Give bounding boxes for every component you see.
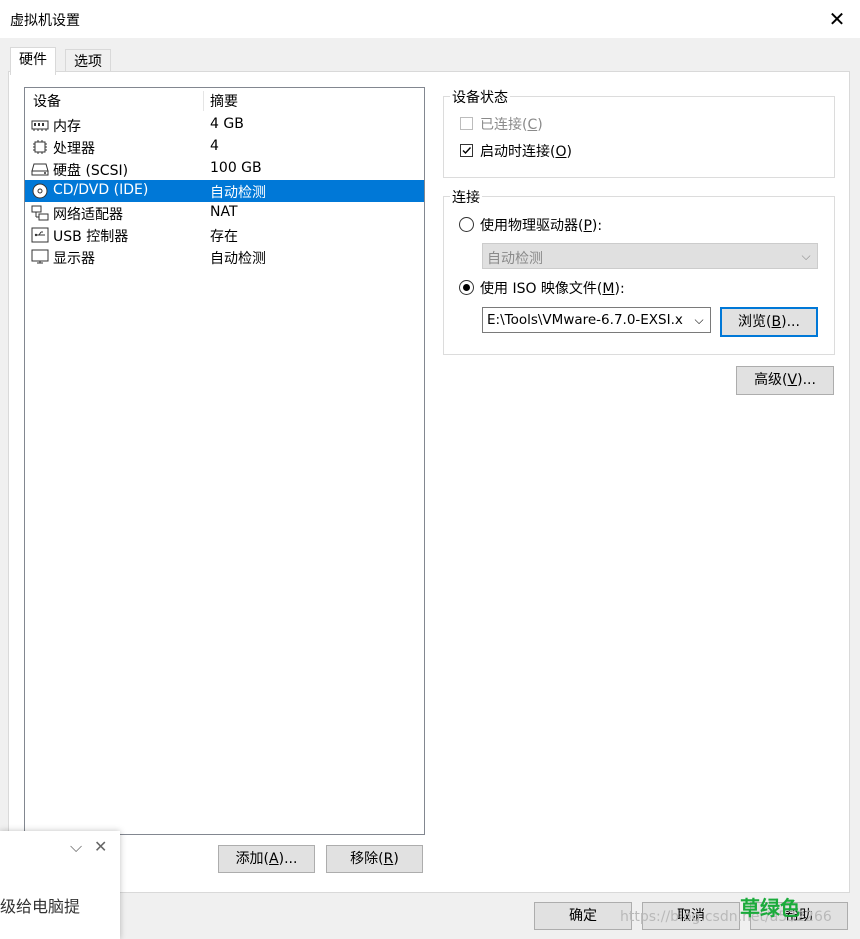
connect-on-start-label: 启动时连接(O) <box>480 144 572 160</box>
watermark-url: https://blog.csdn.net/a532266 <box>620 909 832 925</box>
cpu-icon <box>33 140 47 154</box>
close-icon[interactable]: ✕ <box>94 837 107 856</box>
physical-drive-radio[interactable] <box>459 217 474 232</box>
device-name: 网络适配器 <box>53 207 123 223</box>
connected-checkbox[interactable] <box>460 117 473 130</box>
device-row-network-adapter[interactable]: 网络适配器 NAT <box>25 202 424 224</box>
notification-popup: ⌵ ✕ 级给电脑提 <box>0 831 120 939</box>
memory-icon <box>31 120 49 131</box>
device-row-hard-disk[interactable]: 硬盘 (SCSI) 100 GB <box>25 158 424 180</box>
device-summary: 自动检测 <box>210 185 266 201</box>
device-row-usb-controller[interactable]: USB 控制器 存在 <box>25 224 424 246</box>
add-button[interactable]: 添加(A)... <box>218 845 315 873</box>
device-summary: 4 GB <box>210 116 244 132</box>
window-title: 虚拟机设置 <box>10 13 80 29</box>
connected-label: 已连接(C) <box>480 117 543 133</box>
close-icon[interactable]: ✕ <box>814 0 860 38</box>
device-name: 处理器 <box>53 141 95 157</box>
iso-image-radio[interactable] <box>459 280 474 295</box>
tab-hardware[interactable]: 硬件 <box>10 47 56 75</box>
ok-button[interactable]: 确定 <box>534 902 632 930</box>
device-list[interactable]: 设备 摘要 内存 4 GB 处理器 4 硬盘 (SCSI) 100 GB CD/… <box>24 87 425 835</box>
device-summary: NAT <box>210 204 238 220</box>
device-name: 硬盘 (SCSI) <box>53 163 129 179</box>
device-summary: 4 <box>210 138 219 154</box>
tab-strip: 硬件 选项 <box>0 38 860 75</box>
physical-drive-label: 使用物理驱动器(P): <box>480 218 603 234</box>
device-name: CD/DVD (IDE) <box>53 182 149 198</box>
title-bar: 虚拟机设置 ✕ <box>0 0 860 38</box>
cd-dvd-icon <box>32 183 48 199</box>
device-name: USB 控制器 <box>53 229 129 245</box>
device-row-memory[interactable]: 内存 4 GB <box>25 114 424 136</box>
usb-icon <box>31 227 49 243</box>
physical-drive-value: 自动检测 <box>487 251 543 267</box>
advanced-button[interactable]: 高级(V)... <box>736 366 834 395</box>
watermark-brand: 草绿色 <box>740 896 800 920</box>
hard-disk-icon <box>31 163 49 176</box>
chevron-down-icon[interactable]: ⌵ <box>70 837 82 857</box>
checkmark-icon <box>462 147 472 155</box>
notification-message: 级给电脑提 <box>0 897 81 916</box>
device-row-cd-dvd[interactable]: CD/DVD (IDE) 自动检测 <box>25 180 424 202</box>
physical-drive-select[interactable]: 自动检测 ⌵ <box>482 243 818 269</box>
browse-button[interactable]: 浏览(B)... <box>720 307 818 337</box>
column-summary[interactable]: 摘要 <box>210 91 238 111</box>
iso-image-label: 使用 ISO 映像文件(M): <box>480 281 625 297</box>
network-adapter-icon <box>31 205 49 221</box>
radio-dot <box>463 284 470 291</box>
device-status-group <box>443 96 835 178</box>
device-summary: 100 GB <box>210 160 262 176</box>
chevron-down-icon[interactable]: ⌵ <box>691 310 707 330</box>
iso-path-value: E:\Tools\VMware-6.7.0-EXSI.x <box>487 312 683 328</box>
column-device[interactable]: 设备 <box>33 91 61 111</box>
device-summary: 存在 <box>210 229 238 245</box>
connect-on-start-checkbox[interactable] <box>460 144 473 157</box>
display-icon <box>31 249 49 264</box>
device-row-display[interactable]: 显示器 自动检测 <box>25 246 424 268</box>
device-name: 内存 <box>53 119 81 135</box>
device-list-header: 设备 摘要 <box>25 88 424 112</box>
iso-path-combobox[interactable]: E:\Tools\VMware-6.7.0-EXSI.x ⌵ <box>482 307 711 333</box>
connection-title: 连接 <box>450 187 482 207</box>
remove-button[interactable]: 移除(R) <box>326 845 423 873</box>
column-divider[interactable] <box>203 91 204 111</box>
device-status-title: 设备状态 <box>450 87 510 107</box>
device-row-processor[interactable]: 处理器 4 <box>25 136 424 158</box>
device-summary: 自动检测 <box>210 251 266 267</box>
device-name: 显示器 <box>53 251 95 267</box>
chevron-down-icon: ⌵ <box>801 249 811 263</box>
